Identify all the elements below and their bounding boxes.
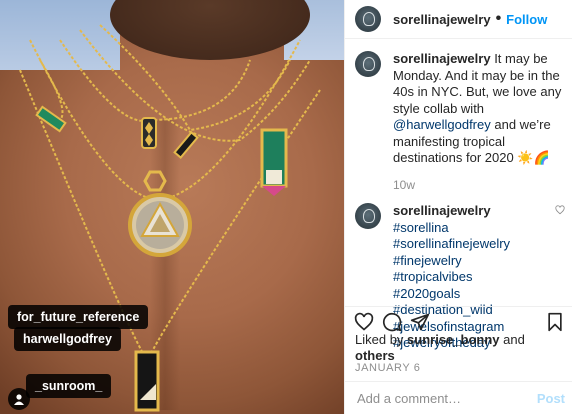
- photo-tag-sunroom[interactable]: _sunroom_: [26, 374, 112, 398]
- hashtag-link[interactable]: #2020goals: [393, 286, 510, 303]
- comment-input[interactable]: [355, 389, 519, 407]
- bookmark-icon[interactable]: [546, 312, 564, 332]
- post-date[interactable]: JANUARY 6: [355, 362, 421, 374]
- post-sidebar: sorellinajewelry • Follow sorellinajewel…: [344, 0, 572, 414]
- photo-tag-harwellgodfrey[interactable]: harwellgodfrey: [14, 327, 121, 351]
- pendant-green-bar-left: [35, 105, 67, 133]
- hashtag-link[interactable]: #sorellina: [393, 220, 510, 237]
- user-tag-icon[interactable]: [8, 388, 30, 410]
- author-username[interactable]: sorellinajewelry: [393, 12, 491, 27]
- share-icon[interactable]: [410, 312, 430, 332]
- post-header: sorellinajewelry • Follow: [345, 0, 572, 39]
- post-comment-button[interactable]: Post: [537, 391, 565, 406]
- photo-tag-for-future-reference[interactable]: for_future_reference: [8, 305, 149, 329]
- follow-button[interactable]: Follow: [506, 12, 547, 27]
- likes-summary: Liked by sunrise_bonny and others: [355, 332, 565, 364]
- post-photo[interactable]: for_future_reference harwellgodfrey _sun…: [0, 0, 344, 414]
- hashtag-link[interactable]: #tropicalvibes: [393, 269, 510, 286]
- comment-username[interactable]: sorellinajewelry: [393, 203, 510, 220]
- caption-time[interactable]: 10w: [393, 177, 563, 194]
- comment-avatar[interactable]: [355, 203, 381, 229]
- heart-icon[interactable]: [354, 312, 374, 332]
- likes-and: and: [503, 332, 525, 347]
- likes-others[interactable]: others: [355, 348, 395, 363]
- hashtag-link[interactable]: #finejewelry: [393, 253, 510, 270]
- comment-like-heart-icon[interactable]: [555, 205, 565, 215]
- caption-mention[interactable]: @harwellgodfrey: [393, 117, 491, 132]
- user-tag-glyph: [14, 394, 24, 405]
- hashtag-link[interactable]: #sorellinafinejewelry: [393, 236, 510, 253]
- author-avatar[interactable]: [355, 6, 381, 32]
- caption-avatar[interactable]: [355, 51, 381, 77]
- add-comment-bar: Post: [345, 381, 572, 414]
- comment-icon[interactable]: [382, 312, 402, 332]
- necklaces-illustration: [19, 24, 321, 412]
- caption-username[interactable]: sorellinajewelry: [393, 51, 491, 66]
- likes-prefix: Liked by: [355, 332, 404, 347]
- caption-text: sorellinajewelry It may be Monday. And i…: [393, 51, 563, 193]
- header-separator: •: [495, 10, 502, 27]
- caption: sorellinajewelry It may be Monday. And i…: [345, 39, 572, 193]
- likes-user[interactable]: sunrise_bonny: [407, 332, 499, 347]
